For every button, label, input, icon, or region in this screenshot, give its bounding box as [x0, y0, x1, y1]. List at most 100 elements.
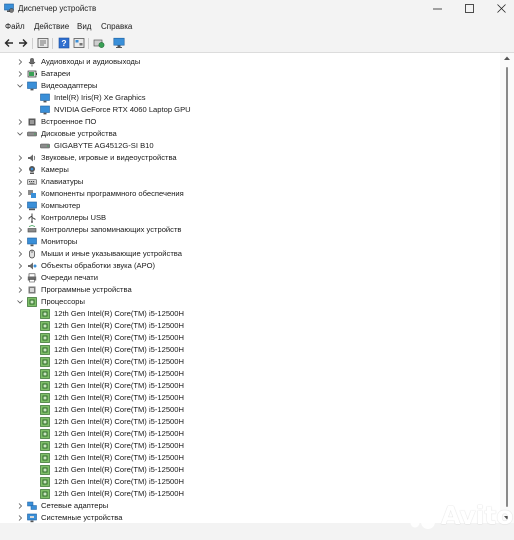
- tree-category[interactable]: Компоненты программного обеспечения: [0, 188, 500, 200]
- toolbar-separator: [88, 38, 89, 49]
- chevron-right-icon[interactable]: [16, 201, 24, 211]
- chevron-right-icon[interactable]: [16, 237, 24, 247]
- device-view-icon[interactable]: [73, 37, 85, 49]
- vertical-scrollbar[interactable]: [500, 53, 514, 523]
- tree-item-label: Батареи: [41, 69, 71, 78]
- chevron-right-icon[interactable]: [16, 177, 24, 187]
- tree-item-label: Программные устройства: [41, 285, 132, 294]
- tree-category[interactable]: Программные устройства: [0, 284, 500, 296]
- chevron-down-icon[interactable]: [16, 81, 24, 91]
- monitor-icon[interactable]: [113, 37, 125, 49]
- tree-category[interactable]: Мониторы: [0, 236, 500, 248]
- tree-device[interactable]: 12th Gen Intel(R) Core(TM) i5-12500H: [0, 476, 500, 488]
- properties-icon[interactable]: [37, 37, 49, 49]
- tree-device[interactable]: NVIDIA GeForce RTX 4060 Laptop GPU: [0, 104, 500, 116]
- tree-device[interactable]: 12th Gen Intel(R) Core(TM) i5-12500H: [0, 452, 500, 464]
- tree-category[interactable]: Аудиовходы и аудиовыходы: [0, 56, 500, 68]
- tree-item-label: 12th Gen Intel(R) Core(TM) i5-12500H: [54, 369, 184, 378]
- tree-device[interactable]: 12th Gen Intel(R) Core(TM) i5-12500H: [0, 332, 500, 344]
- forward-icon[interactable]: [17, 37, 29, 49]
- tree-device[interactable]: 12th Gen Intel(R) Core(TM) i5-12500H: [0, 404, 500, 416]
- tree-category[interactable]: Процессоры: [0, 296, 500, 308]
- chevron-right-icon[interactable]: [16, 261, 24, 271]
- minimize-button[interactable]: [420, 0, 454, 18]
- minimize-icon: [433, 8, 442, 10]
- tree-item-label: 12th Gen Intel(R) Core(TM) i5-12500H: [54, 357, 184, 366]
- tree-category[interactable]: Встроенное ПО: [0, 116, 500, 128]
- tree-device[interactable]: 12th Gen Intel(R) Core(TM) i5-12500H: [0, 356, 500, 368]
- tree-category[interactable]: Очереди печати: [0, 272, 500, 284]
- back-icon[interactable]: [3, 37, 15, 49]
- tree-device[interactable]: 12th Gen Intel(R) Core(TM) i5-12500H: [0, 344, 500, 356]
- menu-help[interactable]: Справка: [101, 21, 132, 32]
- software-component-icon: [28, 190, 36, 198]
- tree-category[interactable]: Звуковые, игровые и видеоустройства: [0, 152, 500, 164]
- tree-category[interactable]: Контроллеры USB: [0, 212, 500, 224]
- chevron-right-icon[interactable]: [16, 165, 24, 175]
- menu-view[interactable]: Вид: [77, 21, 91, 32]
- chevron-right-icon[interactable]: [16, 249, 24, 259]
- help-icon[interactable]: ?: [58, 37, 70, 49]
- processor-icon: [40, 429, 50, 439]
- tree-category[interactable]: Дисковые устройства: [0, 128, 500, 140]
- toolbar-separator: [32, 38, 33, 49]
- tree-category[interactable]: Клавиатуры: [0, 176, 500, 188]
- tree-device[interactable]: Intel(R) Iris(R) Xe Graphics: [0, 92, 500, 104]
- processor-icon: [40, 345, 50, 355]
- tree-category[interactable]: Компьютер: [0, 200, 500, 212]
- tree-category[interactable]: Видеоадаптеры: [0, 80, 500, 92]
- computer-icon: [27, 201, 37, 211]
- tree-item-label: 12th Gen Intel(R) Core(TM) i5-12500H: [54, 417, 184, 426]
- scroll-up-arrow-icon[interactable]: [503, 55, 511, 61]
- tree-item-label: Аудиовходы и аудиовыходы: [41, 57, 141, 66]
- tree-item-label: 12th Gen Intel(R) Core(TM) i5-12500H: [54, 333, 184, 342]
- battery-icon: [27, 70, 37, 78]
- tree-category[interactable]: Объекты обработки звука (APO): [0, 260, 500, 272]
- chevron-right-icon[interactable]: [16, 273, 24, 283]
- chevron-right-icon[interactable]: [16, 69, 24, 79]
- chevron-right-icon[interactable]: [16, 501, 24, 511]
- tree-item-label: 12th Gen Intel(R) Core(TM) i5-12500H: [54, 489, 184, 498]
- device-tree[interactable]: Аудиовходы и аудиовыходы Батареи Видеоадап…: [0, 53, 500, 523]
- network-adapter-icon: [27, 501, 37, 510]
- tree-device[interactable]: 12th Gen Intel(R) Core(TM) i5-12500H: [0, 368, 500, 380]
- tree-category[interactable]: Мыши и иные указывающие устройства: [0, 248, 500, 260]
- tree-item-label: Очереди печати: [41, 273, 98, 282]
- menu-bar: Файл Действие Вид Справка: [0, 18, 514, 35]
- tree-device[interactable]: 12th Gen Intel(R) Core(TM) i5-12500H: [0, 440, 500, 452]
- firmware-icon: [28, 118, 36, 126]
- scan-hardware-icon[interactable]: [93, 37, 105, 49]
- tree-device[interactable]: 12th Gen Intel(R) Core(TM) i5-12500H: [0, 416, 500, 428]
- menu-file[interactable]: Файл: [5, 21, 25, 32]
- chevron-right-icon[interactable]: [16, 513, 24, 523]
- tree-device[interactable]: 12th Gen Intel(R) Core(TM) i5-12500H: [0, 380, 500, 392]
- tree-device[interactable]: 12th Gen Intel(R) Core(TM) i5-12500H: [0, 428, 500, 440]
- title-bar: Диспетчер устройств: [0, 0, 514, 18]
- chevron-right-icon[interactable]: [16, 285, 24, 295]
- tree-category[interactable]: Контроллеры запоминающих устройств: [0, 224, 500, 236]
- chevron-right-icon[interactable]: [16, 225, 24, 235]
- tree-category[interactable]: Камеры: [0, 164, 500, 176]
- disk-icon: [27, 131, 37, 137]
- processor-icon: [40, 309, 50, 319]
- tree-device[interactable]: 12th Gen Intel(R) Core(TM) i5-12500H: [0, 464, 500, 476]
- tree-device[interactable]: 12th Gen Intel(R) Core(TM) i5-12500H: [0, 320, 500, 332]
- system-device-icon: [27, 513, 37, 523]
- chevron-right-icon[interactable]: [16, 117, 24, 127]
- maximize-button[interactable]: [452, 0, 486, 18]
- tree-device[interactable]: 12th Gen Intel(R) Core(TM) i5-12500H: [0, 308, 500, 320]
- chevron-right-icon[interactable]: [16, 213, 24, 223]
- tree-device[interactable]: GIGABYTE AG4512G-SI B10: [0, 140, 500, 152]
- chevron-right-icon[interactable]: [16, 153, 24, 163]
- chevron-right-icon[interactable]: [16, 57, 24, 67]
- tree-device[interactable]: 12th Gen Intel(R) Core(TM) i5-12500H: [0, 392, 500, 404]
- close-button[interactable]: [484, 0, 514, 18]
- menu-action[interactable]: Действие: [34, 21, 69, 32]
- chevron-down-icon[interactable]: [16, 129, 24, 139]
- software-device-icon: [28, 286, 36, 294]
- chevron-right-icon[interactable]: [16, 189, 24, 199]
- tree-category[interactable]: Батареи: [0, 68, 500, 80]
- scroll-thumb[interactable]: [506, 67, 508, 507]
- tree-item-label: Дисковые устройства: [41, 129, 117, 138]
- chevron-down-icon[interactable]: [16, 297, 24, 307]
